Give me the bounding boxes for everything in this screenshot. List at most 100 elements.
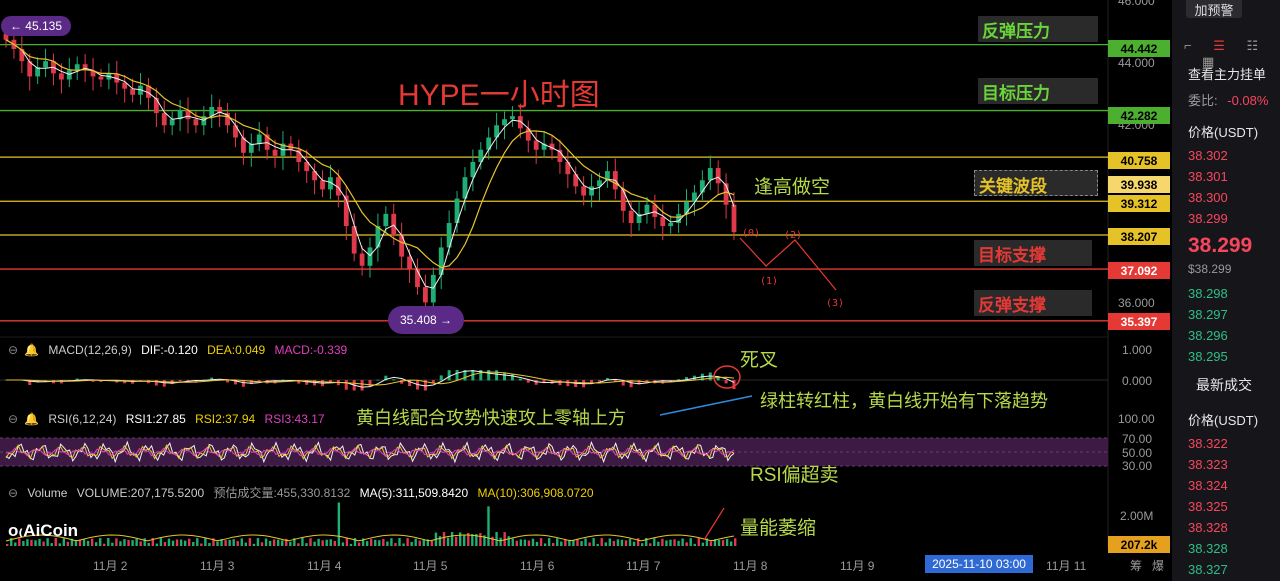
chart-area[interactable]: (0) (1) (2) (3) HYPE一小时图 46.000 44.000 42.0… [0, 0, 1172, 581]
volume-bar [325, 539, 328, 546]
volume-bar [244, 542, 248, 546]
ask-row[interactable]: 38.301 [1188, 169, 1228, 184]
volume-bar [442, 532, 446, 546]
level-tag-42282: 42.282 [1108, 107, 1170, 124]
volume-bar [305, 543, 308, 546]
volume-bar [139, 541, 142, 546]
volume-bar [264, 538, 268, 546]
volume-bar [349, 543, 353, 546]
volume-bar [171, 540, 175, 546]
volume-bar [58, 543, 61, 546]
candle-body [256, 134, 262, 144]
annotation-volume: 量能萎缩 [740, 518, 817, 539]
candle-body [98, 76, 104, 80]
bid-row[interactable]: 38.295 [1188, 349, 1228, 364]
volume-bar [608, 538, 612, 546]
volume-bar [86, 540, 90, 546]
candle-body [628, 210, 634, 224]
collapse-icon[interactable]: ⊖ [8, 412, 18, 426]
x-label: 11月 8 [733, 559, 768, 573]
volume-bar [111, 542, 114, 546]
volume-bar [301, 538, 304, 546]
volume-bar [665, 540, 668, 546]
volume-bar [556, 538, 559, 546]
trade-row: 38.324 [1188, 478, 1228, 493]
candle-body [320, 180, 325, 190]
candle-body [589, 186, 594, 196]
volume-bar [74, 540, 78, 546]
alert-button[interactable]: 加预警 [1186, 0, 1242, 18]
layout-icon[interactable]: ☰ [1213, 38, 1225, 53]
volume-bar [604, 542, 607, 546]
macd-bar [257, 380, 261, 382]
ask-row[interactable]: 38.300 [1188, 190, 1228, 205]
collapse-icon[interactable]: ⊖ [8, 343, 18, 357]
volume-bar [386, 541, 389, 546]
ask-row[interactable]: 38.299 [1188, 211, 1228, 226]
volume-bar [669, 539, 672, 546]
tab-chip[interactable]: 筹 [1130, 557, 1142, 574]
volume-tag: 207.2k [1108, 536, 1170, 553]
bell-icon[interactable]: 🔔 [24, 343, 39, 357]
trades-title[interactable]: 最新成交 [1196, 375, 1252, 395]
x-label: 11月 6 [520, 559, 555, 573]
volume-bar [345, 538, 349, 546]
macd-dea: DEA:0.049 [207, 343, 266, 357]
tab-liquidation[interactable]: 爆 [1152, 557, 1164, 574]
volume-bar [252, 543, 256, 546]
volume-bar [272, 539, 276, 546]
volume-bar [248, 538, 252, 546]
wave-projection [739, 237, 837, 291]
volume-est: 预估成交量:455,330.8132 [213, 486, 351, 500]
ask-row[interactable]: 38.302 [1188, 148, 1228, 163]
volume-bar [507, 536, 510, 546]
bid-row[interactable]: 38.297 [1188, 307, 1228, 322]
bid-row[interactable]: 38.298 [1188, 286, 1228, 301]
wave-label: (1) [760, 276, 778, 287]
split-icon[interactable]: ☷ [1247, 38, 1259, 53]
volume-bar [511, 538, 514, 546]
candle-body [407, 256, 412, 269]
volume-bar [119, 541, 122, 546]
high-marker: ← 45.135 [1, 16, 71, 36]
annotation-arrow [659, 395, 753, 416]
volume-bar [685, 542, 688, 546]
macd-bar [597, 380, 601, 382]
level-tag-38207: 38.207 [1108, 228, 1170, 245]
bell-icon[interactable]: 🔔 [24, 412, 39, 426]
volume-bar [661, 538, 664, 546]
macd-bar [439, 375, 443, 381]
chart-title: HYPE一小时图 [398, 79, 600, 112]
annotation-death-cross: 死叉 [740, 350, 779, 371]
collapse-icon[interactable]: ⊖ [8, 486, 18, 500]
note-target-support: 目标支撑 [974, 240, 1092, 266]
macd-bar [558, 380, 562, 386]
volume-bar [127, 539, 130, 546]
volume-bar [276, 539, 280, 546]
candle-body [58, 73, 64, 80]
volume-arrow [703, 507, 725, 541]
volume-bar [592, 538, 595, 546]
pin-icon[interactable]: ⌐ [1184, 38, 1192, 53]
volume-bar [402, 543, 405, 546]
bid-row[interactable]: 38.296 [1188, 328, 1228, 343]
x-label: 11月 5 [413, 559, 448, 573]
volume-bar [341, 542, 345, 546]
volume-bar [649, 543, 652, 546]
volume-bar [378, 540, 381, 546]
candle-body [359, 253, 365, 266]
candle-body [272, 149, 278, 156]
wave-label: (0) [742, 228, 760, 239]
volume-bar [281, 540, 284, 546]
volume-bar [677, 540, 680, 546]
volume-bar [600, 538, 603, 546]
volume-bar [458, 532, 462, 546]
volume-bar [167, 538, 171, 546]
volume-bar [175, 539, 179, 546]
panel-title[interactable]: 查看主力挂单 [1188, 64, 1266, 83]
x-label: 11月 4 [307, 559, 342, 573]
orderbook-panel: 加预警 ⌐ ☰ ☷ ▦ 查看主力挂单 委比: -0.08% 价格(USDT) 3… [1172, 0, 1280, 581]
volume-bar [135, 538, 138, 546]
macd-bar [178, 380, 182, 382]
volume-bar [560, 541, 563, 546]
